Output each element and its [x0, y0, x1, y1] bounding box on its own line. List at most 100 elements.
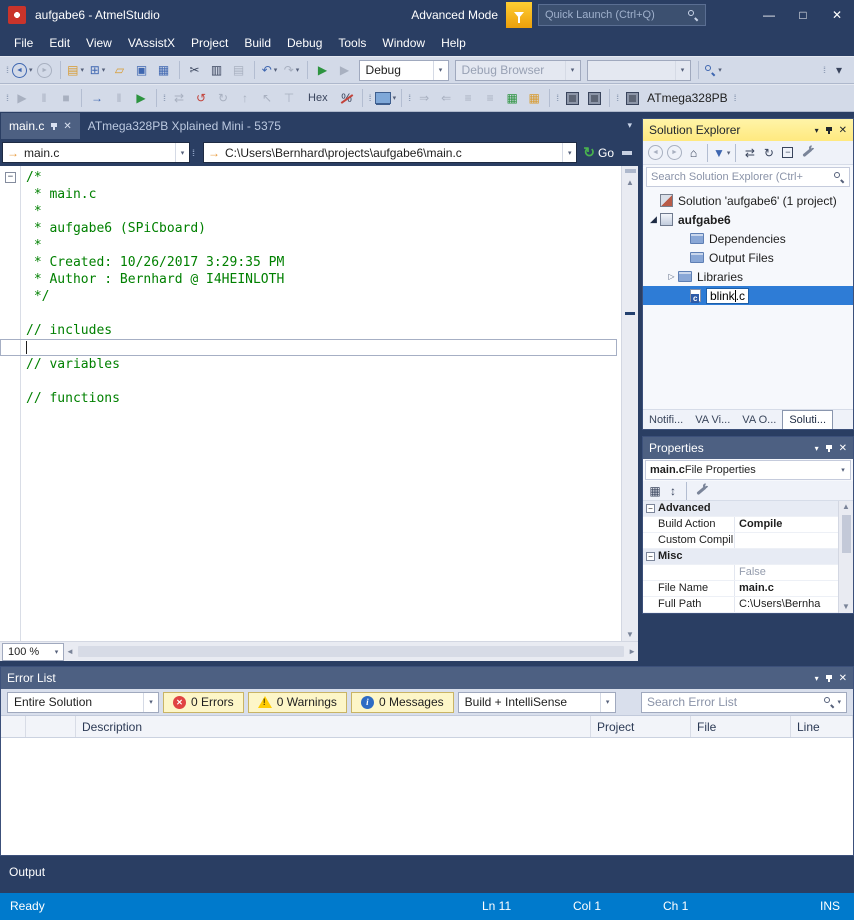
column-header-blank-0[interactable] — [1, 716, 26, 737]
property-row-false[interactable]: False — [643, 565, 838, 581]
code-line[interactable]: −/* — [0, 169, 620, 186]
scrollbar-thumb[interactable] — [78, 646, 624, 657]
device-info-icon[interactable] — [584, 87, 604, 109]
chevron-down-icon[interactable]: ▾ — [175, 143, 189, 162]
redo-icon[interactable]: ↷▾ — [282, 59, 302, 81]
se-filter-icon[interactable]: ▼▾ — [713, 144, 730, 162]
chevron-down-icon[interactable]: ▾ — [600, 693, 615, 712]
save-all-icon[interactable]: ▦ — [154, 59, 174, 81]
pin-icon[interactable] — [828, 127, 830, 134]
close-icon[interactable]: ✕ — [839, 443, 847, 454]
chevron-down-icon[interactable]: ▾ — [837, 698, 841, 706]
toolbar-grip[interactable]: ⁞⁞ — [734, 93, 735, 103]
property-row-full-path[interactable]: Full PathC:\Users\Bernha — [643, 597, 838, 613]
menu-debug[interactable]: Debug — [279, 32, 330, 54]
reset-device-icon[interactable]: ↺ — [191, 87, 211, 109]
tree-item-solution-aufgabe6-1-project[interactable]: Solution 'aufgabe6' (1 project) — [643, 191, 853, 210]
tool-window-tab-va-vi[interactable]: VA Vi... — [689, 410, 736, 429]
maximize-button[interactable]: □ — [786, 0, 820, 30]
tool-window-tab-va-o[interactable]: VA O... — [736, 410, 782, 429]
show-next-statement-icon[interactable]: → — [87, 87, 107, 109]
toolbar-grip[interactable]: ⁞⁞ — [6, 65, 7, 75]
chevron-down-icon[interactable]: ▾ — [675, 61, 690, 80]
code-line[interactable]: // functions — [0, 390, 620, 407]
se-refresh-icon[interactable]: ↻ — [760, 144, 777, 162]
editor-splitter-handle[interactable] — [625, 169, 636, 173]
start-debugging-icon[interactable]: ▶ — [313, 59, 333, 81]
property-pages-icon[interactable] — [692, 483, 711, 499]
property-row-file-name[interactable]: File Namemain.c — [643, 581, 838, 597]
stop-debugging-icon[interactable]: ■ — [56, 87, 76, 109]
toolbar-overflow-icon[interactable]: ▾ — [829, 59, 849, 81]
device-monitor-icon[interactable]: ▾ — [375, 87, 397, 109]
document-tab-main-c[interactable]: main.c✕ — [1, 113, 80, 139]
scroll-up-icon[interactable]: ▲ — [842, 501, 850, 513]
scope-filter-combo[interactable]: Entire Solution ▾ — [7, 692, 159, 713]
toolbar-grip[interactable]: ⁞⁞ — [823, 65, 824, 75]
toolbar-grip[interactable]: ⁞⁞ — [163, 93, 164, 103]
menu-vassistx[interactable]: VAssistX — [120, 32, 183, 54]
code-line[interactable]: */ — [0, 288, 620, 305]
code-line[interactable] — [0, 373, 620, 390]
save-icon[interactable]: ▣ — [132, 59, 152, 81]
refresh-icon[interactable]: ↻ — [213, 87, 233, 109]
menu-project[interactable]: Project — [183, 32, 236, 54]
collapse-icon[interactable]: − — [646, 504, 655, 513]
nav-splitter[interactable]: ⁞⁞ — [192, 148, 193, 158]
code-editor[interactable]: −/* * main.c * * aufgabe6 (SPiCboard) * … — [0, 166, 638, 641]
property-category-misc[interactable]: −Misc — [643, 549, 838, 565]
tool-window-tab-notifi[interactable]: Notifi... — [643, 410, 689, 429]
alphabetical-sort-icon[interactable]: ↕ — [665, 483, 681, 499]
rename-input[interactable]: blink.c — [706, 288, 749, 304]
menu-view[interactable]: View — [78, 32, 120, 54]
go-button[interactable]: ↻ Go — [577, 144, 620, 161]
categorized-icon[interactable]: ▦ — [647, 483, 663, 499]
pin-icon[interactable] — [828, 675, 830, 682]
document-tab-atmega328pb-xplained-mini-5375[interactable]: ATmega328PB Xplained Mini - 5375 — [80, 113, 289, 139]
editor-horizontal-scrollbar[interactable]: ◄ ► — [64, 642, 638, 661]
menu-help[interactable]: Help — [433, 32, 474, 54]
properties-scrollbar[interactable]: ▲ ▼ — [838, 501, 853, 613]
se-forward-icon[interactable]: ► — [666, 144, 683, 162]
menu-window[interactable]: Window — [374, 32, 433, 54]
scope-combo[interactable]: → main.c ▾ — [2, 142, 190, 163]
undo-icon[interactable]: ↶▾ — [260, 59, 280, 81]
hex-toggle-button[interactable]: Hex — [302, 89, 334, 107]
indent-icon[interactable]: ⇒ — [414, 87, 434, 109]
error-list-body[interactable] — [1, 738, 853, 855]
column-header-line[interactable]: Line — [791, 716, 853, 737]
code-line[interactable]: * Author : Bernhard @ I4HEINLOTH — [0, 271, 620, 288]
tree-item-blink-c[interactable]: blink.c — [643, 286, 853, 305]
se-properties-icon[interactable] — [798, 144, 817, 162]
properties-title-bar[interactable]: Properties ▾ ✕ — [643, 437, 853, 459]
close-icon[interactable]: ✕ — [839, 125, 847, 136]
chevron-down-icon[interactable]: ▾ — [50, 648, 63, 656]
output-tab[interactable]: Output — [9, 865, 45, 879]
code-line[interactable]: * aufgabe6 (SPiCboard) — [0, 220, 620, 237]
tree-item-libraries[interactable]: ▷Libraries — [643, 267, 853, 286]
paste-icon[interactable]: ▤ — [229, 59, 249, 81]
close-button[interactable]: ✕ — [820, 0, 854, 30]
close-icon[interactable]: ✕ — [839, 673, 847, 684]
column-header-blank-1[interactable] — [26, 716, 76, 737]
break-all-icon[interactable]: ‖ — [34, 87, 54, 109]
scroll-down-icon[interactable]: ▼ — [626, 629, 634, 641]
tree-item-aufgabe6[interactable]: ◢aufgabe6 — [643, 210, 853, 229]
se-sync-icon[interactable]: ⇄ — [741, 144, 758, 162]
start-without-debugging-icon[interactable]: ▶ — [335, 59, 355, 81]
status-column-indicator[interactable]: Col 1 — [573, 899, 601, 913]
quick-launch-input[interactable]: Quick Launch (Ctrl+Q) — [538, 4, 706, 26]
toggle-breakpoint-icon[interactable]: ⊤ — [279, 87, 299, 109]
menu-tools[interactable]: Tools — [330, 32, 374, 54]
error-list-search-input[interactable]: Search Error List ▾ — [641, 692, 847, 713]
solution-explorer-title-bar[interactable]: Solution Explorer ▾ ✕ — [643, 119, 853, 141]
code-line[interactable]: * main.c — [0, 186, 620, 203]
se-collapse-all-icon[interactable]: − — [779, 144, 796, 162]
navigate-forward-icon[interactable]: ► — [35, 59, 55, 81]
attach-to-target-icon[interactable]: ⇄ — [169, 87, 189, 109]
code-line[interactable] — [0, 305, 620, 322]
cut-icon[interactable]: ✂ — [185, 59, 205, 81]
outdent-icon[interactable]: ⇐ — [436, 87, 456, 109]
start-icon[interactable]: ▶ — [131, 87, 151, 109]
source-filter-combo[interactable]: Build + IntelliSense ▾ — [458, 692, 616, 713]
